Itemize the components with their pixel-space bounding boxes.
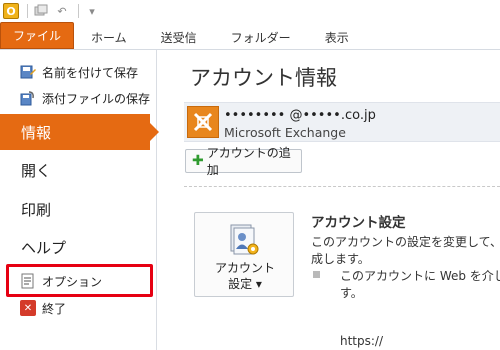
tab-folder[interactable]: フォルダー — [214, 25, 308, 49]
save-attachments-command[interactable]: 添付ファイルの保存 — [0, 85, 157, 111]
ribbon-tabs: ファイル ホーム 送受信 フォルダー 表示 — [0, 22, 500, 50]
settings-label-line2: 設定 ▾ — [228, 277, 262, 291]
account-settings-button-label: アカウント 設定 ▾ — [195, 260, 295, 292]
web-access-url[interactable]: https:// — [340, 334, 383, 348]
exit-command[interactable]: ✕ 終了 — [0, 295, 157, 321]
backstage-nav: 名前を付けて保存 添付ファイルの保存 情報 開く 印刷 ヘルプ オプション ✕ … — [0, 50, 159, 350]
add-account-label: アカウントの追加 — [206, 146, 291, 177]
send-receive-icon[interactable] — [32, 2, 50, 20]
options-highlight-frame — [6, 264, 153, 297]
account-settings-icon — [228, 223, 260, 257]
page-title: アカウント情報 — [190, 66, 337, 90]
customize-qat-icon[interactable]: ▾ — [83, 2, 101, 20]
plus-icon: ✚ — [192, 153, 204, 169]
save-as-command[interactable]: 名前を付けて保存 — [0, 59, 157, 85]
add-account-button[interactable]: ✚ アカウントの追加 — [185, 146, 302, 177]
save-attachments-label: 添付ファイルの保存 — [42, 91, 151, 106]
quick-access-toolbar: O ↶ ▾ — [0, 0, 500, 22]
settings-label-line1: アカウント — [214, 261, 275, 275]
bullet-line1: このアカウントに Web を介して — [340, 269, 500, 283]
account-selector[interactable]: •••••••• @•••••.co.jp Microsoft Exchange — [184, 102, 500, 142]
account-settings-button[interactable]: アカウント 設定 ▾ — [194, 212, 294, 297]
qat-separator — [27, 4, 28, 18]
account-settings-heading: アカウント設定 — [311, 215, 406, 231]
nav-info[interactable]: 情報 — [0, 114, 159, 150]
nav-open[interactable]: 開く — [0, 152, 157, 188]
desc-line2: 成します。 — [311, 252, 370, 266]
qat-separator — [78, 4, 79, 18]
tab-view[interactable]: 表示 — [308, 25, 366, 49]
save-attachments-icon — [20, 90, 36, 106]
tab-home[interactable]: ホーム — [74, 25, 144, 49]
tab-file[interactable]: ファイル — [0, 22, 75, 49]
account-settings-description: このアカウントの設定を変更して、別の 成します。 — [311, 234, 500, 268]
bullet-line2: す。 — [340, 286, 363, 300]
exchange-icon — [187, 106, 219, 138]
exit-label: 終了 — [42, 301, 67, 316]
account-type: Microsoft Exchange — [224, 125, 346, 140]
section-divider — [184, 186, 500, 187]
app-letter: O — [3, 3, 19, 19]
bullet-icon — [313, 271, 320, 278]
save-as-label: 名前を付けて保存 — [42, 65, 139, 80]
tab-send-receive[interactable]: 送受信 — [144, 25, 214, 49]
nav-print[interactable]: 印刷 — [0, 191, 157, 227]
outlook-app-icon[interactable]: O — [2, 2, 20, 20]
exit-icon: ✕ — [20, 300, 36, 316]
desc-line1: このアカウントの設定を変更して、別の — [311, 235, 500, 249]
nav-help[interactable]: ヘルプ — [0, 229, 157, 265]
undo-icon[interactable]: ↶ — [53, 2, 71, 20]
web-access-bullet: このアカウントに Web を介して す。 — [340, 268, 500, 302]
account-email: •••••••• @•••••.co.jp — [224, 108, 376, 123]
save-as-icon — [20, 64, 36, 80]
